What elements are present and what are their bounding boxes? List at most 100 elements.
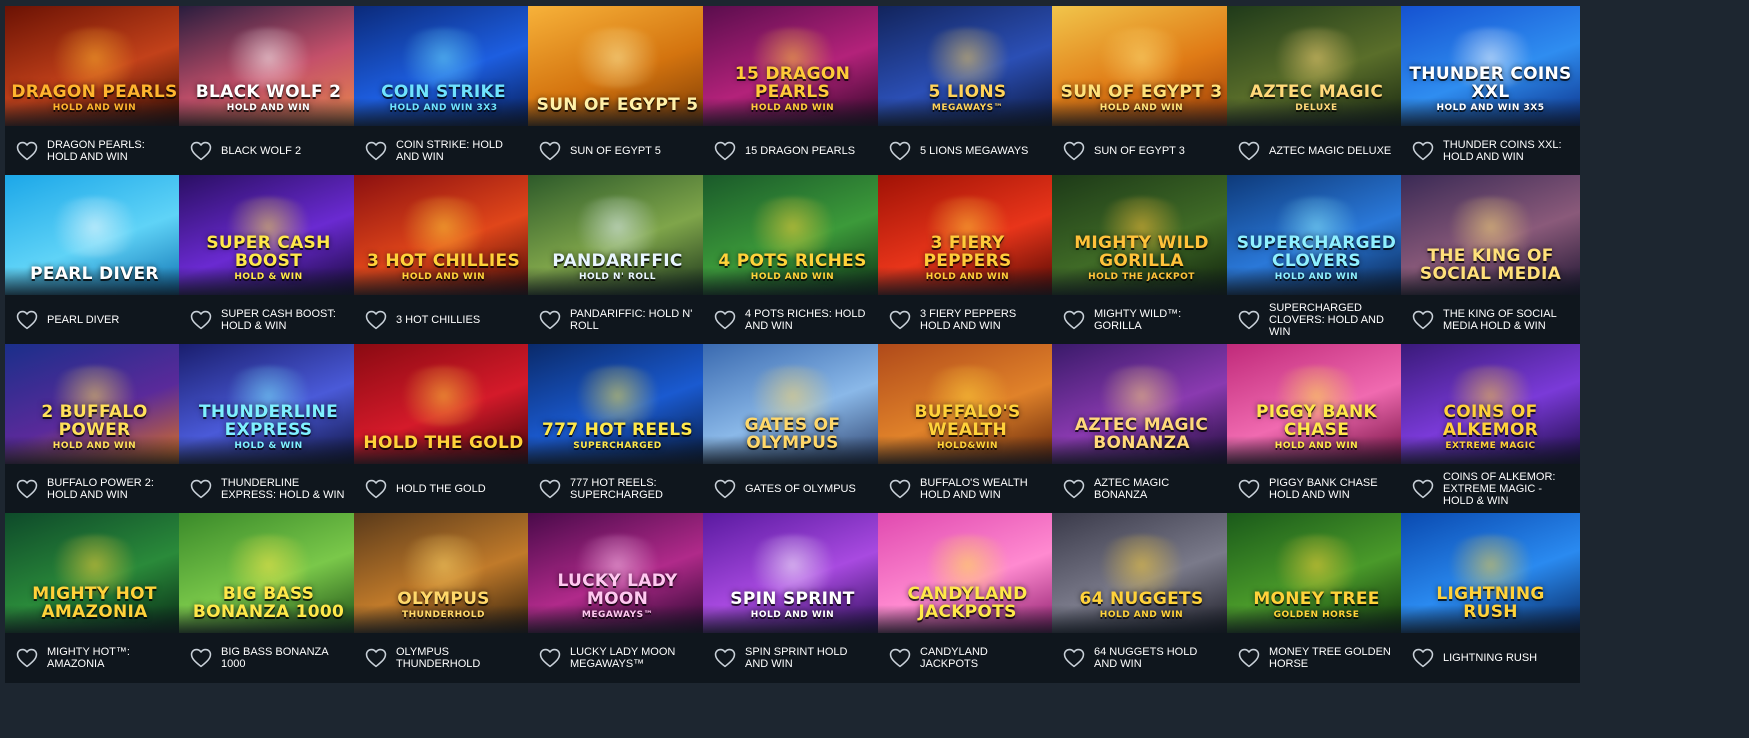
game-tile[interactable]: MIGHTY HOT AMAZONIA MIGHTY HOT™: AMAZONIA	[5, 513, 184, 683]
heart-icon[interactable]	[1238, 479, 1260, 499]
game-tile[interactable]: PANDARIFFIC HOLD N' ROLL PANDARIFFIC: HOLD…	[528, 175, 707, 345]
heart-icon[interactable]	[1412, 310, 1434, 330]
game-thumbnail[interactable]: 4 POTS RICHES HOLD AND WIN	[703, 175, 882, 295]
heart-icon[interactable]	[365, 310, 387, 330]
heart-icon[interactable]	[714, 479, 736, 499]
heart-icon[interactable]	[190, 479, 212, 499]
heart-icon[interactable]	[1238, 648, 1260, 668]
game-tile[interactable]: SUN OF EGYPT 5 SUN OF EGYPT 5	[528, 6, 707, 176]
game-thumbnail[interactable]: MIGHTY WILD GORILLA HOLD THE JACKPOT	[1052, 175, 1231, 295]
game-thumbnail[interactable]: HOLD THE GOLD	[354, 344, 533, 464]
heart-icon[interactable]	[1412, 648, 1434, 668]
game-tile[interactable]: 15 DRAGON PEARLS HOLD AND WIN 15 DRAGON PE…	[703, 6, 882, 176]
heart-icon[interactable]	[1063, 310, 1085, 330]
heart-icon[interactable]	[190, 648, 212, 668]
game-thumbnail[interactable]: SPIN SPRINT HOLD AND WIN	[703, 513, 882, 633]
game-tile[interactable]: HOLD THE GOLD HOLD THE GOLD	[354, 344, 533, 514]
game-thumbnail[interactable]: BLACK WOLF 2 HOLD AND WIN	[179, 6, 358, 126]
game-tile[interactable]: COINS OF ALKEMOR EXTREME MAGIC COINS OF AL…	[1401, 344, 1580, 514]
game-tile[interactable]: AZTEC MAGIC DELUXE AZTEC MAGIC DELUXE	[1227, 6, 1406, 176]
game-tile[interactable]: SUN OF EGYPT 3 HOLD AND WIN SUN OF EGYPT 3	[1052, 6, 1231, 176]
heart-icon[interactable]	[1238, 141, 1260, 161]
heart-icon[interactable]	[714, 141, 736, 161]
heart-icon[interactable]	[714, 648, 736, 668]
game-thumbnail[interactable]: COIN STRIKE HOLD AND WIN 3x3	[354, 6, 533, 126]
heart-icon[interactable]	[889, 310, 911, 330]
game-thumbnail[interactable]: DRAGON PEARLS HOLD AND WIN	[5, 6, 184, 126]
heart-icon[interactable]	[365, 141, 387, 161]
game-thumbnail[interactable]: AZTEC MAGIC DELUXE	[1227, 6, 1406, 126]
game-thumbnail[interactable]: PANDARIFFIC HOLD N' ROLL	[528, 175, 707, 295]
game-tile[interactable]: AZTEC MAGIC BONANZA AZTEC MAGIC BONANZA	[1052, 344, 1231, 514]
game-thumbnail[interactable]: Lucky Lady Moon MEGAWAYS™	[528, 513, 707, 633]
game-thumbnail[interactable]: PIGGY BANK CHASE HOLD AND WIN	[1227, 344, 1406, 464]
game-thumbnail[interactable]: THUNDERLINE EXPRESS HOLD & WIN	[179, 344, 358, 464]
game-thumbnail[interactable]: PEARL DIVER	[5, 175, 184, 295]
heart-icon[interactable]	[539, 141, 561, 161]
game-tile[interactable]: PEARL DIVER PEARL DIVER	[5, 175, 184, 345]
game-thumbnail[interactable]: 3 FIERY PEPPERS HOLD AND WIN	[878, 175, 1057, 295]
game-tile[interactable]: 2 BUFFALO POWER HOLD AND WIN BUFFALO POWER…	[5, 344, 184, 514]
heart-icon[interactable]	[539, 310, 561, 330]
heart-icon[interactable]	[1412, 141, 1434, 161]
game-tile[interactable]: BIG BASS BONANZA 1000 BIG BASS BONANZA 10…	[179, 513, 358, 683]
heart-icon[interactable]	[16, 648, 38, 668]
game-tile[interactable]: COIN STRIKE HOLD AND WIN 3x3 COIN STRIKE: …	[354, 6, 533, 176]
game-thumbnail[interactable]: LIGHTNING RUSH	[1401, 513, 1580, 633]
heart-icon[interactable]	[1063, 648, 1085, 668]
game-thumbnail[interactable]: CANDYLAND JACKPOTS	[878, 513, 1057, 633]
game-tile[interactable]: DRAGON PEARLS HOLD AND WIN DRAGON PEARLS: …	[5, 6, 184, 176]
game-tile[interactable]: BLACK WOLF 2 HOLD AND WIN BLACK WOLF 2	[179, 6, 358, 176]
game-tile[interactable]: Lucky Lady Moon MEGAWAYS™ LUCKY LADY MOON …	[528, 513, 707, 683]
game-thumbnail[interactable]: MIGHTY HOT AMAZONIA	[5, 513, 184, 633]
game-tile[interactable]: MONEY TREE GOLDEN HORSE MONEY TREE GOLDEN …	[1227, 513, 1406, 683]
heart-icon[interactable]	[190, 310, 212, 330]
heart-icon[interactable]	[1238, 310, 1260, 330]
game-thumbnail[interactable]: COINS OF ALKEMOR EXTREME MAGIC	[1401, 344, 1580, 464]
game-tile[interactable]: 64 NUGGETS HOLD AND WIN 64 NUGGETS HOLD AN…	[1052, 513, 1231, 683]
game-thumbnail[interactable]: BIG BASS BONANZA 1000	[179, 513, 358, 633]
game-thumbnail[interactable]: AZTEC MAGIC BONANZA	[1052, 344, 1231, 464]
game-thumbnail[interactable]: THE KING OF SOCIAL MEDIA	[1401, 175, 1580, 295]
game-tile[interactable]: SUPERCHARGED CLOVERS HOLD AND WIN SUPERCHA…	[1227, 175, 1406, 345]
game-thumbnail[interactable]: SUPERCHARGED CLOVERS HOLD AND WIN	[1227, 175, 1406, 295]
game-thumbnail[interactable]: OLYMPUS THUNDERHOLD	[354, 513, 533, 633]
game-tile[interactable]: PIGGY BANK CHASE HOLD AND WIN PIGGY BANK C…	[1227, 344, 1406, 514]
heart-icon[interactable]	[365, 479, 387, 499]
game-thumbnail[interactable]: 15 DRAGON PEARLS HOLD AND WIN	[703, 6, 882, 126]
game-tile[interactable]: 777 HOT REELS SUPERCHARGED 777 HOT REELS: …	[528, 344, 707, 514]
game-thumbnail[interactable]: SUPER CASH BOOST HOLD & WIN	[179, 175, 358, 295]
game-thumbnail[interactable]: 64 NUGGETS HOLD AND WIN	[1052, 513, 1231, 633]
game-tile[interactable]: THUNDER COINS XXL HOLD AND WIN 3x5 THUNDER…	[1401, 6, 1580, 176]
game-tile[interactable]: OLYMPUS THUNDERHOLD OLYMPUS THUNDERHOLD	[354, 513, 533, 683]
game-thumbnail[interactable]: 3 HOT CHILLIES HOLD AND WIN	[354, 175, 533, 295]
game-tile[interactable]: THE KING OF SOCIAL MEDIA THE KING OF SOCI…	[1401, 175, 1580, 345]
heart-icon[interactable]	[1063, 479, 1085, 499]
heart-icon[interactable]	[889, 141, 911, 161]
game-tile[interactable]: GATES OF OLYMPUS GATES OF OLYMPUS	[703, 344, 882, 514]
game-thumbnail[interactable]: BUFFALO'S WEALTH HOLD&WIN	[878, 344, 1057, 464]
game-tile[interactable]: BUFFALO'S WEALTH HOLD&WIN BUFFALO'S WEALTH…	[878, 344, 1057, 514]
game-thumbnail[interactable]: GATES OF OLYMPUS	[703, 344, 882, 464]
heart-icon[interactable]	[16, 479, 38, 499]
game-tile[interactable]: CANDYLAND JACKPOTS CANDYLAND JACKPOTS	[878, 513, 1057, 683]
game-thumbnail[interactable]: 5 LIONS MEGAWAYS™	[878, 6, 1057, 126]
game-thumbnail[interactable]: SUN OF EGYPT 3 HOLD AND WIN	[1052, 6, 1231, 126]
heart-icon[interactable]	[190, 141, 212, 161]
heart-icon[interactable]	[16, 310, 38, 330]
game-thumbnail[interactable]: 2 BUFFALO POWER HOLD AND WIN	[5, 344, 184, 464]
game-tile[interactable]: 3 FIERY PEPPERS HOLD AND WIN 3 FIERY PEPPE…	[878, 175, 1057, 345]
game-tile[interactable]: LIGHTNING RUSH LIGHTNING RUSH	[1401, 513, 1580, 683]
game-thumbnail[interactable]: MONEY TREE GOLDEN HORSE	[1227, 513, 1406, 633]
game-thumbnail[interactable]: SUN OF EGYPT 5	[528, 6, 707, 126]
heart-icon[interactable]	[889, 648, 911, 668]
heart-icon[interactable]	[714, 310, 736, 330]
game-tile[interactable]: MIGHTY WILD GORILLA HOLD THE JACKPOT MIGHT…	[1052, 175, 1231, 345]
heart-icon[interactable]	[365, 648, 387, 668]
game-tile[interactable]: 4 POTS RICHES HOLD AND WIN 4 POTS RICHES: …	[703, 175, 882, 345]
game-tile[interactable]: THUNDERLINE EXPRESS HOLD & WIN THUNDERLINE…	[179, 344, 358, 514]
heart-icon[interactable]	[539, 479, 561, 499]
heart-icon[interactable]	[1063, 141, 1085, 161]
heart-icon[interactable]	[539, 648, 561, 668]
heart-icon[interactable]	[16, 141, 38, 161]
